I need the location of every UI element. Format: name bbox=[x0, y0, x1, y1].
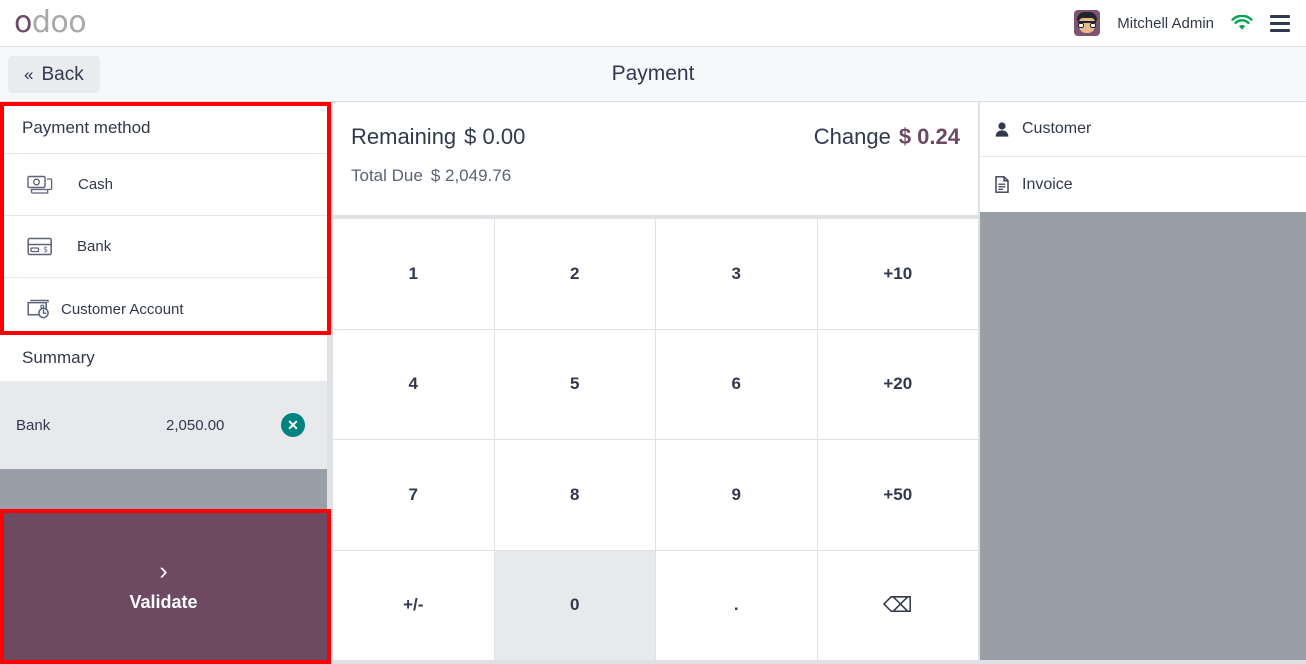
numpad-7[interactable]: 7 bbox=[333, 440, 494, 550]
numpad-0[interactable]: 0 bbox=[494, 550, 655, 660]
payment-method-label: Cash bbox=[78, 176, 114, 193]
credit-card-icon: $ bbox=[20, 236, 60, 257]
numpad-7-label: 7 bbox=[408, 484, 418, 504]
payment-method-panel-title: Payment method bbox=[0, 102, 327, 154]
odoo-logo[interactable]: o doo bbox=[0, 5, 87, 40]
payment-content: Payment method Cash $ Bank Customer Acco… bbox=[0, 102, 1306, 664]
payment-method-bank[interactable]: $ Bank bbox=[0, 216, 327, 278]
numpad-plus-50[interactable]: +50 bbox=[817, 440, 978, 550]
change-value: $ 0.24 bbox=[898, 124, 960, 149]
numpad-1[interactable]: 1 bbox=[333, 219, 494, 329]
center-column: Remaining $ 0.00 Change $ 0.24 Total Due $ … bbox=[333, 102, 978, 660]
remaining-value: $ 0.00 bbox=[464, 124, 526, 149]
numpad-1-label: 1 bbox=[408, 263, 418, 283]
numpad-backspace[interactable]: ⌫ bbox=[817, 550, 978, 660]
total-due-label: Total Due bbox=[351, 166, 423, 185]
numpad-9-label: 9 bbox=[731, 484, 741, 504]
numpad-5-label: 5 bbox=[570, 374, 580, 394]
numpad-decimal[interactable]: . bbox=[656, 550, 817, 660]
numpad-sign-toggle[interactable]: +/- bbox=[333, 550, 494, 660]
total-due-value: $ 2,049.76 bbox=[430, 166, 512, 185]
payment-method-customer-account[interactable]: Customer Account bbox=[0, 278, 327, 340]
numpad-backspace-label: ⌫ bbox=[882, 593, 913, 617]
numpad-2[interactable]: 2 bbox=[494, 219, 655, 329]
page-title: Payment bbox=[611, 62, 695, 85]
user-avatar[interactable] bbox=[1074, 10, 1101, 36]
top-header-bar: o doo Mitchell Admin bbox=[0, 0, 1306, 47]
numpad-plus-10-label: +10 bbox=[883, 263, 913, 283]
top-header-right-group: Mitchell Admin bbox=[1074, 10, 1306, 36]
invoice-button[interactable]: Invoice bbox=[980, 157, 1306, 212]
customer-account-icon bbox=[20, 298, 60, 320]
summary-panel-title: Summary bbox=[0, 335, 327, 381]
numpad-6-label: 6 bbox=[731, 374, 741, 394]
change-group: Change $ 0.24 bbox=[814, 124, 960, 150]
totals-primary-row: Remaining $ 0.00 Change $ 0.24 bbox=[333, 124, 978, 150]
right-column: Customer Invoice bbox=[980, 102, 1306, 660]
username-label[interactable]: Mitchell Admin bbox=[1117, 15, 1214, 32]
numpad-plus-20-label: +20 bbox=[883, 374, 913, 394]
numpad: 1 2 3 +10 4 5 6 +20 7 8 9 +50 +/- 0. ⌫ bbox=[333, 219, 978, 660]
summary-line-row[interactable]: Bank 2,050.00 ✕ bbox=[0, 381, 327, 469]
payment-method-panel: Payment method Cash $ Bank Customer Acco… bbox=[0, 102, 327, 340]
summary-line-name: Bank bbox=[16, 416, 51, 434]
numpad-decimal-label: . bbox=[733, 595, 739, 615]
numpad-plus-20[interactable]: +20 bbox=[817, 329, 978, 439]
payment-method-cash[interactable]: Cash bbox=[0, 154, 327, 216]
sub-header-bar: Payment « Back bbox=[0, 47, 1306, 102]
back-button[interactable]: « Back bbox=[8, 56, 100, 93]
invoice-button-label: Invoice bbox=[1022, 175, 1073, 193]
numpad-3-label: 3 bbox=[731, 263, 741, 283]
totals-panel: Remaining $ 0.00 Change $ 0.24 Total Due $ … bbox=[333, 102, 978, 215]
numpad-plus-10[interactable]: +10 bbox=[817, 219, 978, 329]
document-icon bbox=[994, 176, 1010, 193]
wifi-icon[interactable] bbox=[1231, 14, 1253, 32]
numpad-5[interactable]: 5 bbox=[494, 329, 655, 439]
change-label: Change bbox=[813, 124, 891, 149]
remaining-group: Remaining $ 0.00 bbox=[351, 124, 525, 150]
numpad-4[interactable]: 4 bbox=[333, 329, 494, 439]
delete-circle-icon[interactable]: ✕ bbox=[281, 413, 305, 437]
logo-letters-doo: doo bbox=[31, 5, 87, 40]
numpad-2-label: 2 bbox=[570, 263, 580, 283]
numpad-8-label: 8 bbox=[570, 484, 580, 504]
hamburger-bar-2 bbox=[1270, 21, 1290, 25]
validate-button-label: Validate bbox=[129, 591, 198, 612]
payment-method-label: Bank bbox=[77, 238, 112, 255]
validate-chevron-icon: › bbox=[159, 556, 168, 585]
numpad-plus-50-label: +50 bbox=[883, 484, 913, 504]
numpad-3[interactable]: 3 bbox=[656, 219, 817, 329]
svg-text:$: $ bbox=[43, 245, 48, 254]
pos-payment-screen: o doo Mitchell Admin Payment « Back Paym… bbox=[0, 0, 1306, 664]
numpad-sign-toggle-label: +/- bbox=[403, 595, 424, 615]
numpad-0-label: 0 bbox=[570, 595, 580, 615]
person-icon bbox=[994, 121, 1010, 137]
logo-letter-o: o bbox=[14, 5, 32, 40]
summary-panel: Summary Bank 2,050.00 ✕ bbox=[0, 335, 327, 469]
hamburger-bar-3 bbox=[1270, 28, 1290, 32]
left-column: Payment method Cash $ Bank Customer Acco… bbox=[0, 102, 331, 664]
numpad-6[interactable]: 6 bbox=[656, 329, 817, 439]
numpad-9[interactable]: 9 bbox=[656, 440, 817, 550]
order-actions-panel: Customer Invoice bbox=[980, 102, 1306, 212]
back-button-label: Back bbox=[41, 63, 84, 85]
hamburger-bar-1 bbox=[1270, 14, 1290, 18]
avatar-glasses bbox=[1078, 21, 1097, 28]
numpad-8[interactable]: 8 bbox=[494, 440, 655, 550]
customer-button[interactable]: Customer bbox=[980, 102, 1306, 157]
cash-icon bbox=[20, 175, 60, 195]
remaining-label: Remaining bbox=[351, 124, 457, 149]
validate-button[interactable]: › Validate bbox=[0, 509, 327, 662]
total-due-row: Total Due $ 2,049.76 bbox=[351, 166, 511, 186]
numpad-4-label: 4 bbox=[408, 374, 418, 394]
payment-method-label: Customer Account bbox=[61, 300, 184, 318]
hamburger-menu-icon[interactable] bbox=[1270, 14, 1290, 32]
customer-button-label: Customer bbox=[1022, 120, 1092, 137]
back-chevron-icon: « bbox=[24, 64, 34, 84]
